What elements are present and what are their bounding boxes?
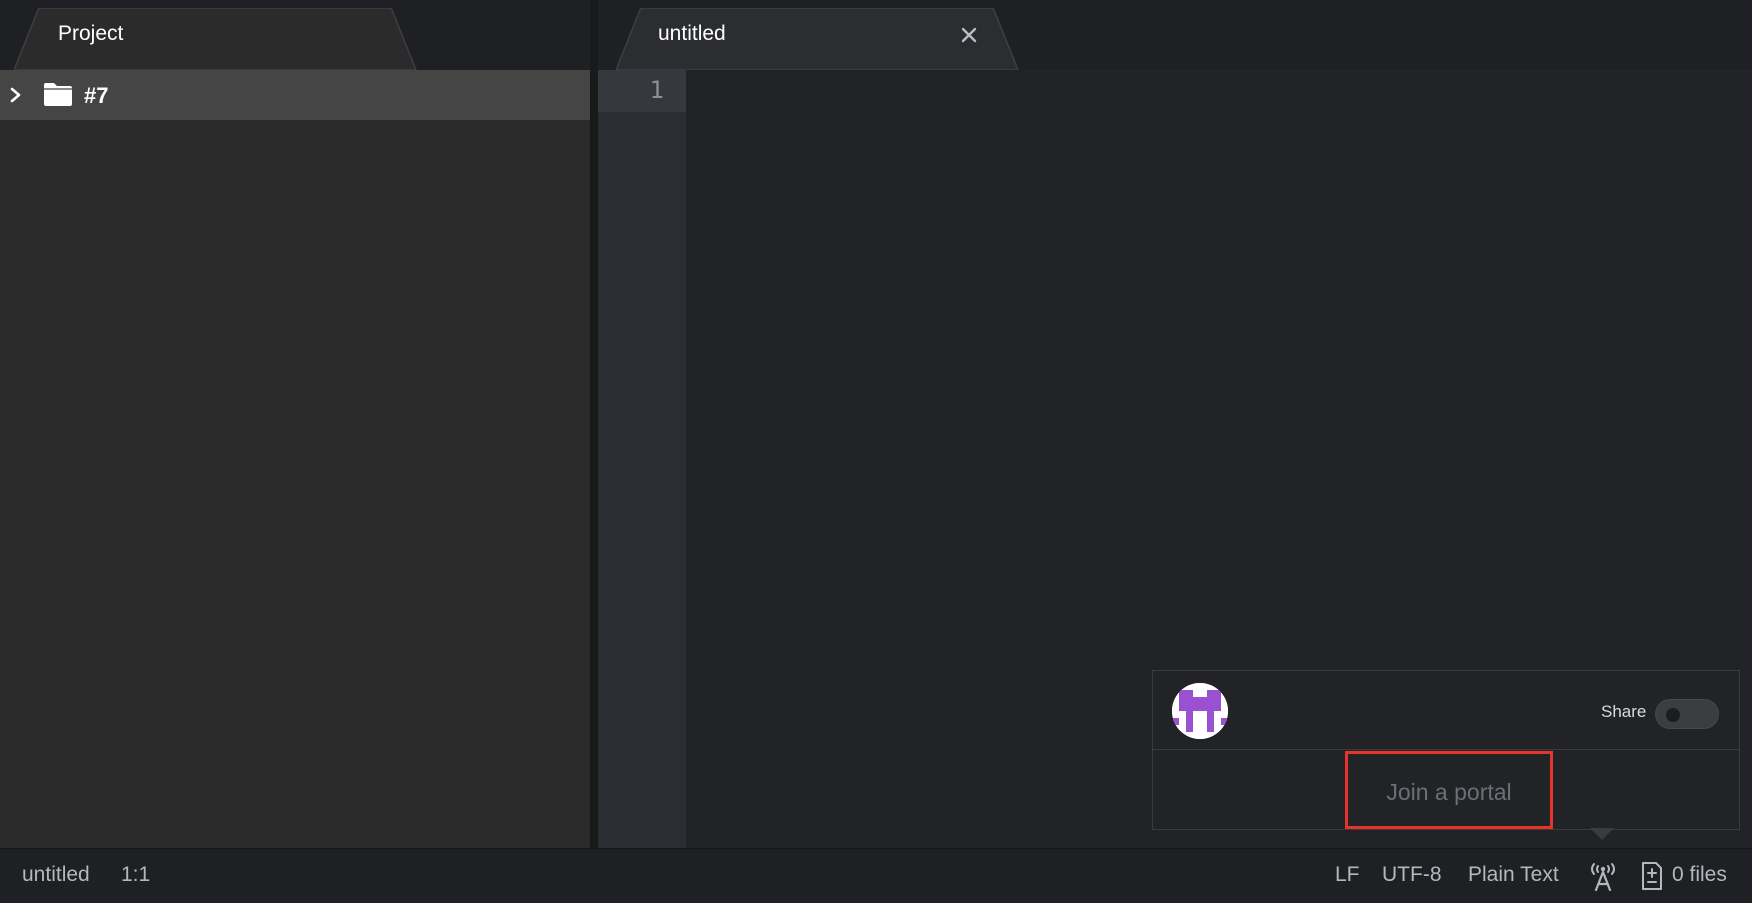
share-toggle[interactable] — [1655, 699, 1719, 729]
editor-tab-bar: untitled — [598, 0, 1752, 71]
status-file-name[interactable]: untitled — [22, 863, 90, 887]
teletype-popover: Share Join a portal — [1152, 670, 1740, 830]
status-encoding[interactable]: UTF-8 — [1382, 863, 1442, 887]
line-number: 1 — [649, 76, 664, 104]
project-panel: Project #7 — [0, 0, 590, 848]
folder-icon — [44, 83, 72, 106]
popover-header: Share — [1153, 671, 1739, 750]
tab-project-label: Project — [58, 22, 124, 45]
status-grammar[interactable]: Plain Text — [1468, 863, 1559, 887]
avatar[interactable] — [1172, 683, 1228, 739]
tab-untitled-label: untitled — [658, 22, 726, 45]
file-diff-icon[interactable] — [1641, 861, 1663, 891]
popover-caret — [1590, 828, 1614, 840]
panel-resize-handle[interactable] — [590, 0, 598, 848]
tree-item-label: #7 — [84, 83, 109, 108]
chevron-right-icon[interactable] — [8, 83, 26, 107]
line-number-gutter: 1 — [598, 70, 686, 848]
close-icon[interactable] — [960, 26, 978, 44]
join-portal-placeholder: Join a portal — [1386, 779, 1512, 805]
status-files-count[interactable]: 0 files — [1672, 863, 1727, 887]
tree-item-folder[interactable]: #7 — [0, 70, 590, 120]
project-tab-bar: Project — [0, 0, 590, 71]
join-portal-input[interactable]: Join a portal — [1345, 751, 1553, 829]
status-cursor-position[interactable]: 1:1 — [121, 863, 150, 887]
share-label: Share — [1601, 702, 1647, 721]
status-bar: untitled 1:1 LF UTF-8 Plain Text 0 files — [0, 848, 1752, 903]
active-line-highlight: 1 — [598, 70, 686, 112]
status-line-ending[interactable]: LF — [1335, 863, 1360, 887]
teletype-portal-icon[interactable] — [1588, 860, 1618, 892]
toggle-knob — [1666, 708, 1680, 722]
